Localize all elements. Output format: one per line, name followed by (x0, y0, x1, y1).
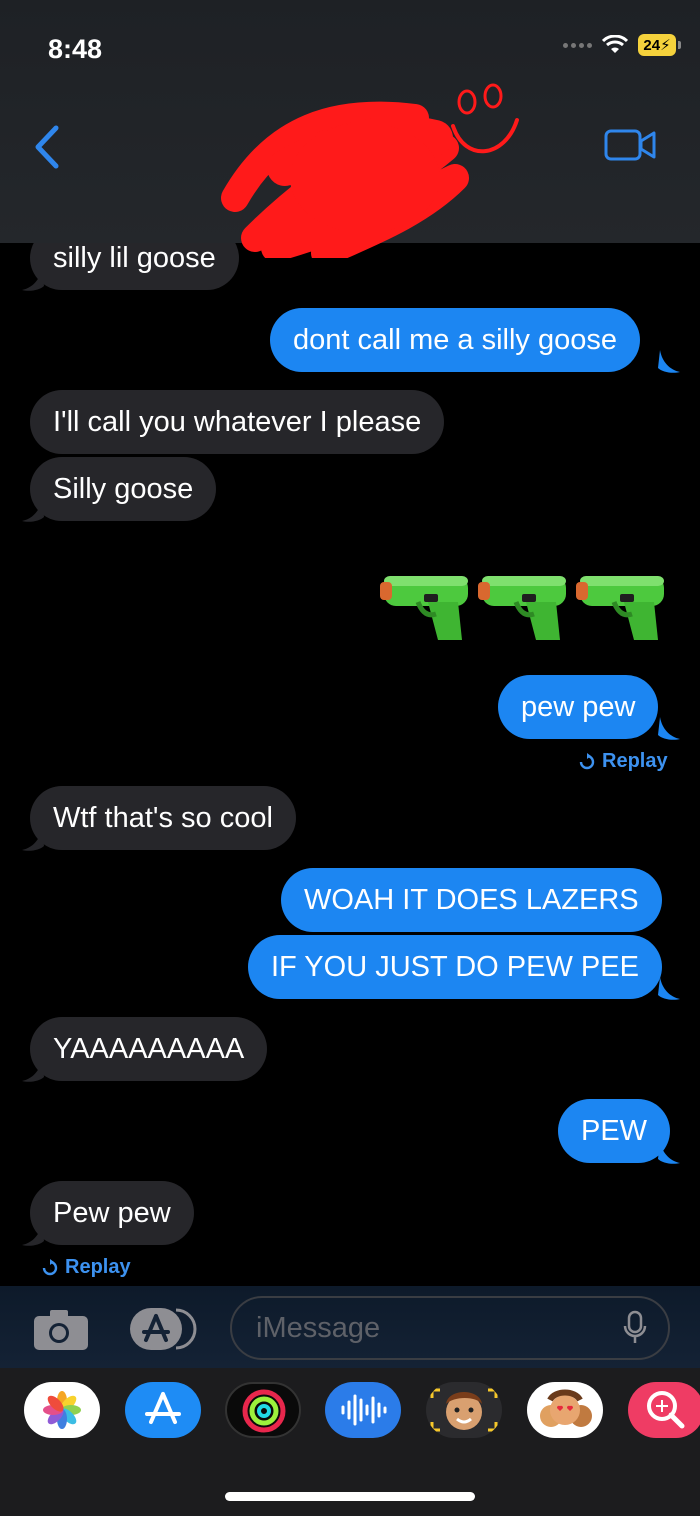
photos-app-icon[interactable] (24, 1382, 100, 1438)
status-indicators: 24 ⚡ (563, 34, 681, 56)
bubble-tail (22, 268, 44, 291)
message-input[interactable]: iMessage (230, 1296, 670, 1360)
memoji-icon[interactable] (426, 1382, 502, 1438)
outgoing-message[interactable]: PEW (558, 1099, 671, 1163)
video-call-button[interactable] (604, 128, 656, 162)
incoming-message[interactable]: Silly goose (30, 457, 217, 521)
emoji-message[interactable] (380, 568, 666, 644)
activity-icon[interactable] (225, 1382, 301, 1438)
microphone-icon[interactable] (622, 1310, 648, 1346)
audio-message-icon[interactable] (325, 1382, 401, 1438)
message-placeholder: iMessage (256, 1312, 381, 1344)
conversation-header: 8:48 24 ⚡ (0, 0, 700, 258)
message-text: WOAH IT DOES LAZERS (304, 884, 639, 916)
memoji-stickers-icon[interactable] (527, 1382, 603, 1438)
replay-button[interactable]: Replay (41, 1256, 131, 1279)
message-text: Pew pew (53, 1197, 171, 1229)
outgoing-message[interactable]: IF YOU JUST DO PEW PEE (248, 935, 662, 999)
bubble-tail (22, 1223, 44, 1246)
bubble-tail (22, 828, 44, 851)
message-text: PEW (581, 1115, 648, 1147)
water-pistol-emoji (380, 576, 468, 640)
incoming-message[interactable]: Wtf that's so cool (30, 786, 296, 850)
message-text: IF YOU JUST DO PEW PEE (271, 951, 639, 983)
bubble-tail (658, 977, 680, 1000)
message-text: dont call me a silly goose (293, 324, 617, 356)
message-text: YAAAAAAAAA (53, 1033, 245, 1065)
bubble-tail (22, 499, 44, 522)
wifi-icon (602, 35, 628, 53)
image-search-icon[interactable] (628, 1382, 700, 1438)
compose-bar: iMessage (0, 1286, 700, 1368)
water-pistol-emoji (576, 576, 664, 640)
battery-level: 24 (643, 36, 661, 54)
app-store-icon[interactable] (125, 1382, 201, 1438)
water-pistol-emoji (478, 576, 566, 640)
status-time: 8:48 (48, 34, 103, 64)
incoming-message[interactable]: I'll call you whatever I please (30, 390, 445, 454)
incoming-message[interactable]: Pew pew (30, 1181, 194, 1245)
cellular-signal-icon (563, 42, 592, 48)
outgoing-message[interactable]: dont call me a silly goose (270, 308, 640, 372)
message-text: Wtf that's so cool (53, 802, 273, 834)
replay-button[interactable]: Replay (578, 750, 668, 773)
bubble-tail (22, 1059, 44, 1082)
replay-icon (579, 752, 595, 769)
app-store-button[interactable] (126, 1306, 200, 1352)
camera-button[interactable] (32, 1308, 90, 1352)
redacted-contact (221, 83, 519, 258)
outgoing-message[interactable]: pew pew (498, 675, 659, 739)
message-text: I'll call you whatever I please (53, 406, 422, 438)
incoming-message[interactable]: YAAAAAAAAA (30, 1017, 268, 1081)
bubble-tail (658, 350, 680, 373)
replay-label: Replay (65, 1256, 131, 1278)
outgoing-message[interactable]: WOAH IT DOES LAZERS (281, 868, 662, 932)
back-button[interactable] (28, 122, 68, 172)
message-text: Silly goose (53, 473, 194, 505)
replay-icon (42, 1258, 58, 1275)
battery-icon: 24 ⚡ (638, 34, 681, 56)
bubble-tail (658, 1141, 680, 1164)
replay-label: Replay (602, 750, 668, 772)
message-text: pew pew (521, 691, 636, 723)
bubble-tail (658, 717, 680, 740)
home-indicator[interactable] (225, 1492, 475, 1501)
message-text: silly lil goose (53, 242, 216, 274)
